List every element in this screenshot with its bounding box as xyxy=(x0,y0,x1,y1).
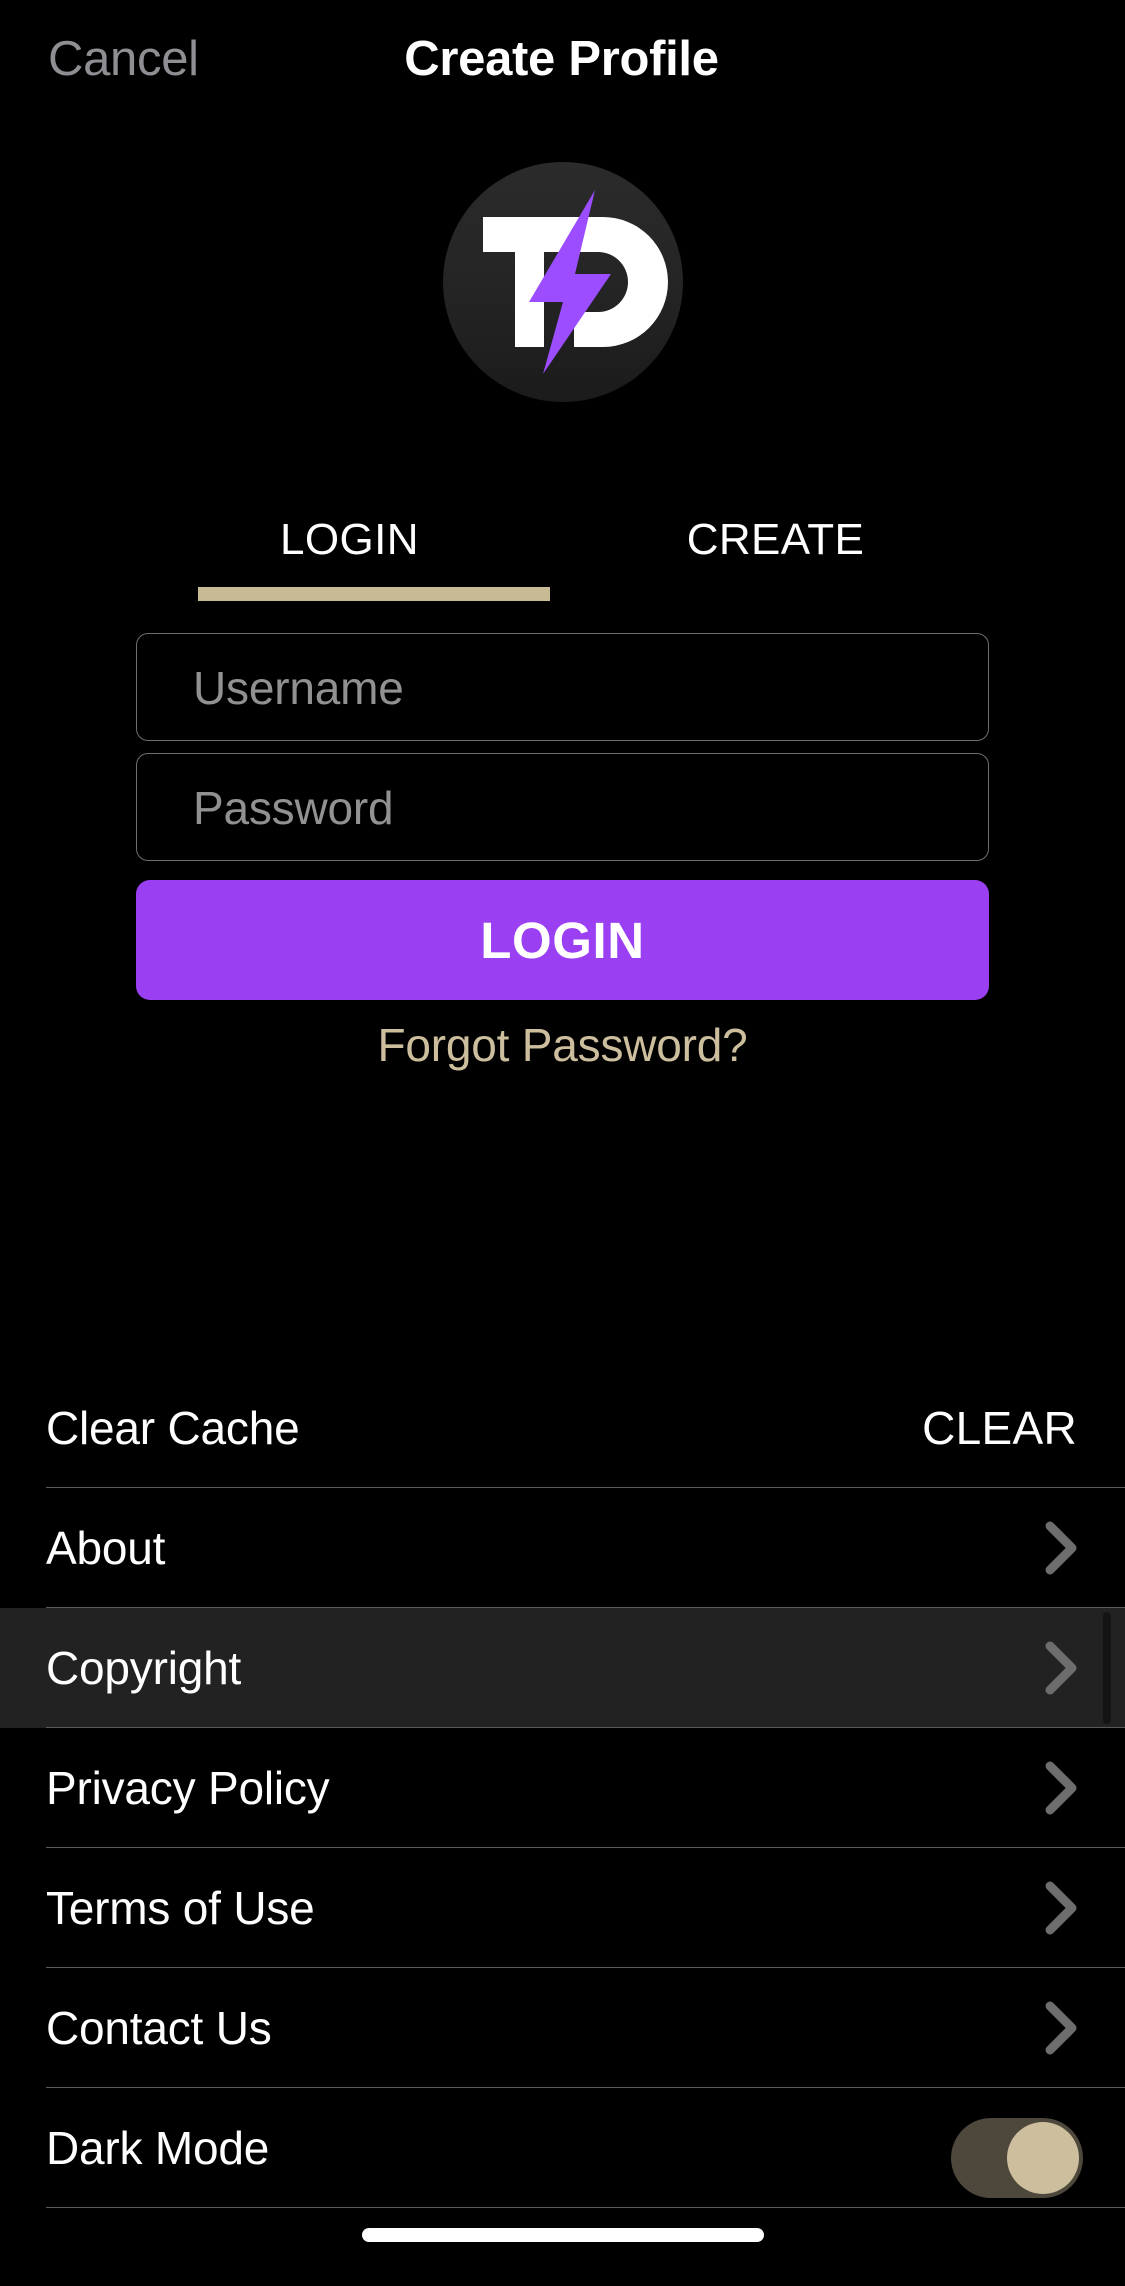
settings-row-terms-of-use[interactable]: Terms of Use xyxy=(0,1848,1125,1968)
chevron-right-icon xyxy=(1045,1488,1079,1608)
tab-login[interactable]: LOGIN xyxy=(136,505,563,575)
settings-row-clear-cache[interactable]: Clear Cache CLEAR xyxy=(0,1368,1125,1488)
username-field[interactable]: Username xyxy=(136,633,989,741)
settings-row-contact-us[interactable]: Contact Us xyxy=(0,1968,1125,2088)
chevron-right-icon xyxy=(1045,1848,1079,1968)
login-button[interactable]: LOGIN xyxy=(136,880,989,1000)
nav-bar: Cancel Create Profile xyxy=(0,0,1125,118)
password-field[interactable]: Password xyxy=(136,753,989,861)
create-profile-screen: Cancel Create Profile LOGIN CREATE Usern… xyxy=(0,0,1125,2286)
clear-cache-button[interactable]: CLEAR xyxy=(922,1368,1077,1488)
settings-row-dark-mode[interactable]: Dark Mode xyxy=(0,2088,1125,2208)
toggle-knob xyxy=(1007,2122,1079,2194)
settings-row-label: Contact Us xyxy=(46,2002,272,2054)
settings-row-label: Terms of Use xyxy=(46,1882,315,1934)
settings-list: Clear Cache CLEAR About Copyright Privacy Po… xyxy=(0,1368,1125,2208)
tab-selected-indicator xyxy=(198,587,550,601)
settings-divider xyxy=(46,2207,1125,2208)
settings-row-copyright[interactable]: Copyright xyxy=(0,1608,1125,1728)
settings-row-privacy-policy[interactable]: Privacy Policy xyxy=(0,1728,1125,1848)
settings-row-label: Copyright xyxy=(46,1642,242,1694)
auth-tabs: LOGIN CREATE xyxy=(136,505,989,603)
chevron-right-icon xyxy=(1045,1968,1079,2088)
chevron-right-icon xyxy=(1045,1608,1079,1728)
home-indicator-bar xyxy=(361,2228,764,2242)
username-placeholder: Username xyxy=(193,662,404,714)
page-title: Create Profile xyxy=(404,32,719,86)
settings-row-label: About xyxy=(46,1522,166,1574)
chevron-right-icon xyxy=(1045,1728,1079,1848)
settings-row-about[interactable]: About xyxy=(0,1488,1125,1608)
dark-mode-toggle[interactable] xyxy=(951,2118,1083,2198)
scrollbar[interactable] xyxy=(1103,1612,1111,1724)
tab-create[interactable]: CREATE xyxy=(562,505,989,575)
forgot-password-link[interactable]: Forgot Password? xyxy=(0,1012,1125,1078)
settings-row-label: Clear Cache xyxy=(46,1402,300,1454)
settings-row-label: Privacy Policy xyxy=(46,1762,330,1814)
td-lightning-logo xyxy=(443,162,683,402)
settings-row-label: Dark Mode xyxy=(46,2122,270,2174)
password-placeholder: Password xyxy=(193,782,394,834)
